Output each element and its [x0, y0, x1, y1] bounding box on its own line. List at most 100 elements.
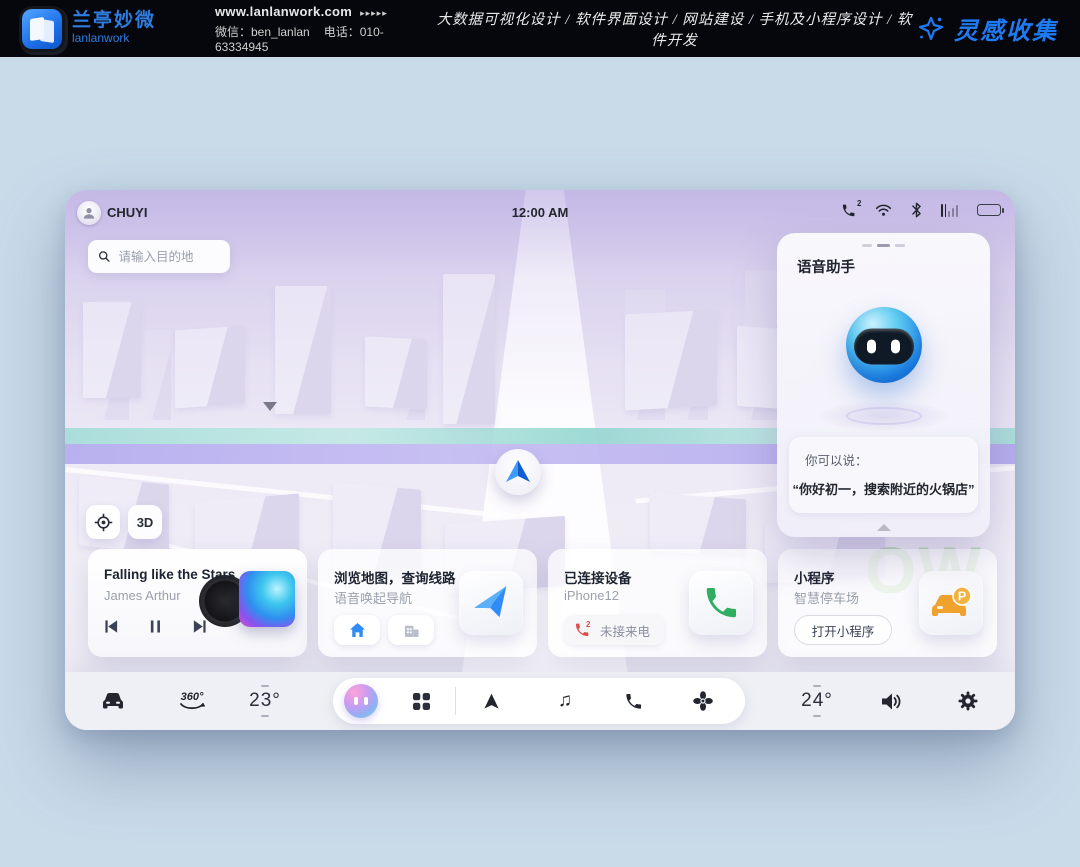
- sparkle-icon: [916, 14, 946, 44]
- current-position-marker: [495, 449, 541, 495]
- brand-subtitle: lanlanwork: [72, 32, 156, 45]
- navigation-tile[interactable]: [459, 571, 523, 635]
- dock-app-pill: ♫: [333, 678, 745, 724]
- bluetooth-icon[interactable]: [911, 202, 922, 218]
- signal-bars-icon: [941, 204, 959, 217]
- home-icon: [349, 622, 366, 638]
- phone-tile[interactable]: [689, 571, 753, 635]
- miniprogram-subtitle: 智慧停车场: [794, 588, 859, 607]
- navigation-card[interactable]: 浏览地图，查询线路 语音唤起导航: [318, 549, 537, 657]
- office-building-icon: [403, 622, 420, 638]
- assistant-hint-card: 你可以说： “你好初一，搜索附近的火锅店”: [789, 437, 978, 513]
- wifi-icon[interactable]: [875, 203, 892, 217]
- fan-icon: [693, 691, 713, 711]
- driver-temperature-control[interactable]: 23°: [241, 672, 289, 730]
- battery-icon: [977, 204, 1001, 216]
- song-artist: James Arthur: [104, 588, 181, 603]
- music-note-icon: ♫: [558, 690, 572, 712]
- parking-car-icon: P: [929, 583, 973, 623]
- collect-button[interactable]: 灵感收集: [916, 11, 1058, 46]
- missed-call-button[interactable]: 2 未接来电: [564, 615, 664, 645]
- passenger-temperature-control[interactable]: 24°: [793, 672, 841, 730]
- climate-app-button[interactable]: [687, 678, 719, 724]
- phone-icon: [702, 584, 740, 622]
- open-miniprogram-button[interactable]: 打开小程序: [794, 615, 892, 645]
- device-name: iPhone12: [564, 588, 619, 603]
- brand-services: 大数据可视化设计 / 软件界面设计 / 网站建设 / 手机及小程序设计 / 软件…: [433, 8, 916, 50]
- driver-temp-value: 23°: [249, 690, 281, 712]
- svg-text:P: P: [958, 590, 966, 604]
- status-bar: CHUYI 12:00 AM 2: [65, 190, 1015, 230]
- map-3d-toggle-button[interactable]: 3D: [128, 505, 162, 539]
- map-poi-marker[interactable]: [263, 402, 277, 411]
- brand-title: 兰亭妙微: [72, 11, 156, 32]
- search-icon: [98, 249, 110, 264]
- navigation-arrow-icon: [501, 456, 535, 488]
- pause-button[interactable]: [149, 619, 162, 634]
- car-settings-button[interactable]: [93, 672, 133, 730]
- brand-logo[interactable]: 兰亭妙微 lanlanwork: [22, 9, 207, 49]
- app-grid-icon: [412, 692, 431, 711]
- previous-track-button[interactable]: [104, 619, 119, 634]
- navigation-app-button[interactable]: [475, 678, 507, 724]
- temp-up-icon[interactable]: [813, 685, 821, 687]
- nav-cursor-icon: [482, 692, 501, 711]
- song-title: Falling like the Stars: [104, 567, 235, 582]
- miniprogram-title: 小程序: [794, 567, 835, 587]
- device-title: 已连接设备: [564, 567, 632, 587]
- chevron-up-icon[interactable]: [877, 524, 891, 531]
- gear-icon: [958, 691, 978, 711]
- passenger-temp-value: 24°: [801, 690, 833, 712]
- phone-app-button[interactable]: [617, 678, 649, 724]
- locate-icon: [94, 513, 113, 532]
- brand-contact: www.lanlanwork.com▸▸▸▸▸ 微信：ben_lanlan电话：…: [215, 4, 433, 54]
- assistant-hint-label: 你可以说：: [805, 450, 868, 469]
- temp-up-icon[interactable]: [261, 685, 269, 687]
- collect-label: 灵感收集: [954, 11, 1058, 46]
- navigation-title: 浏览地图，查询线路: [334, 567, 456, 587]
- assistant-robot-avatar[interactable]: [846, 307, 922, 383]
- temp-down-icon[interactable]: [261, 715, 269, 717]
- volume-button[interactable]: [873, 672, 911, 730]
- book-logo-icon: [22, 9, 62, 49]
- phone-app-icon: [624, 692, 643, 711]
- destination-search[interactable]: [88, 240, 230, 273]
- miniprogram-card[interactable]: 小程序 智慧停车场 打开小程序 P: [778, 549, 997, 657]
- missed-call-label: 未接来电: [600, 621, 650, 640]
- paper-plane-icon: [469, 582, 513, 624]
- search-input[interactable]: [118, 250, 220, 264]
- car-screen: OW CHUYI 12:00 AM 2: [65, 190, 1015, 730]
- navigation-subtitle: 语音唤起导航: [334, 588, 412, 607]
- parking-tile[interactable]: P: [919, 571, 983, 635]
- temp-down-icon[interactable]: [813, 715, 821, 717]
- assistant-hint-quote: “你好初一，搜索附近的火锅店”: [789, 479, 978, 498]
- brand-bar: 兰亭妙微 lanlanwork www.lanlanwork.com▸▸▸▸▸ …: [0, 0, 1080, 57]
- missed-call-badge: 2: [857, 199, 861, 208]
- assistant-orb-button[interactable]: [344, 684, 378, 718]
- home-shortcut-button[interactable]: [334, 615, 380, 645]
- robot-face: [854, 328, 914, 364]
- music-app-button[interactable]: ♫: [549, 678, 581, 724]
- speaker-icon: [881, 692, 903, 711]
- missed-call-status-icon[interactable]: 2: [841, 203, 856, 218]
- brand-wechat: 微信：ben_lanlan: [215, 25, 310, 39]
- surround-view-button[interactable]: 360°: [170, 672, 214, 730]
- app-grid-button[interactable]: [405, 678, 437, 724]
- music-card[interactable]: Falling like the Stars James Arthur: [88, 549, 307, 657]
- voice-assistant-panel[interactable]: 语音助手 你可以说： “你好初一，搜索附近的火锅店”: [777, 233, 990, 537]
- panel-handle-icon: [777, 244, 990, 247]
- connected-device-card[interactable]: 已连接设备 iPhone12 2 未接来电: [548, 549, 767, 657]
- company-shortcut-button[interactable]: [388, 615, 434, 645]
- next-track-button[interactable]: [192, 619, 207, 634]
- assistant-title: 语音助手: [797, 256, 855, 277]
- settings-button[interactable]: [949, 672, 987, 730]
- missed-call-count: 2: [586, 620, 590, 629]
- pill-divider: [455, 687, 456, 715]
- surround-arc-icon: [179, 703, 205, 711]
- dock-bar: 360° 23°: [65, 672, 1015, 730]
- locate-button[interactable]: [86, 505, 120, 539]
- car-icon: [101, 691, 125, 711]
- website-arrows-icon: ▸▸▸▸▸: [360, 8, 388, 18]
- brand-website[interactable]: www.lanlanwork.com: [215, 4, 352, 19]
- album-art: [239, 571, 295, 627]
